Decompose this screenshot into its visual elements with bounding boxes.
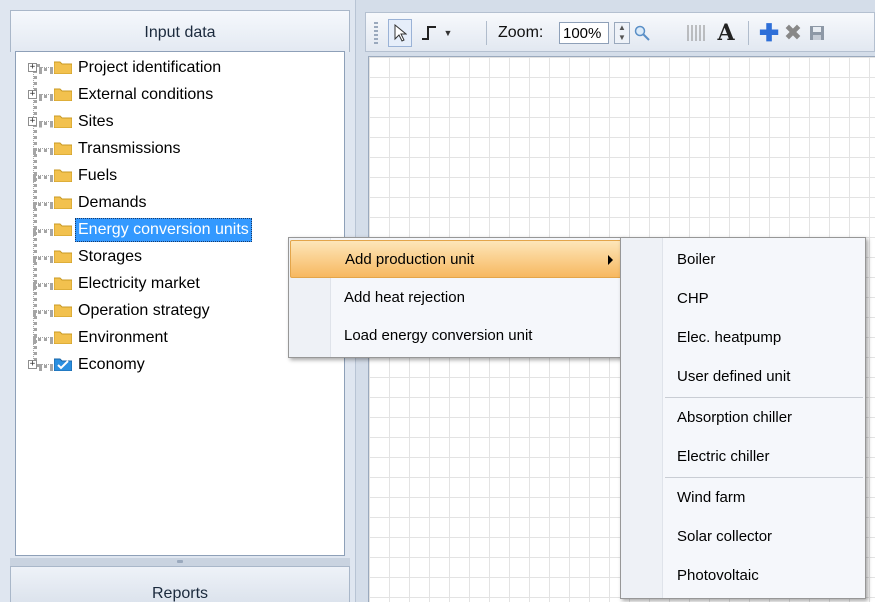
menu-item-label: Add heat rejection <box>344 289 465 306</box>
add-button[interactable]: ✚ <box>758 19 780 47</box>
folder-icon <box>54 249 72 263</box>
tree-label: Storages <box>78 248 143 265</box>
submenu-item-elec-heatpump[interactable]: Elec. heatpump <box>622 318 862 357</box>
delete-icon: ✖ <box>783 20 803 45</box>
menu-item-load-energy-conversion-unit[interactable]: Load energy conversion unit <box>290 317 622 355</box>
folder-icon <box>54 222 72 236</box>
menu-item-add-heat-rejection[interactable]: Add heat rejection <box>290 279 622 317</box>
submenu-item-wind-farm[interactable]: Wind farm <box>622 478 862 517</box>
add-icon: ✚ <box>758 19 780 47</box>
submenu-item-solar-collector[interactable]: Solar collector <box>622 517 862 556</box>
folder-icon <box>54 276 72 290</box>
folder-checked-icon <box>54 357 72 371</box>
tree-label: External conditions <box>78 86 214 103</box>
submenu-item-label: Electric chiller <box>677 448 770 465</box>
submenu-item-label: Solar collector <box>677 528 773 545</box>
expand-icon[interactable]: + <box>28 90 37 99</box>
delete-button[interactable]: ✖ <box>782 19 804 47</box>
toolbar-grip-icon[interactable] <box>374 22 378 44</box>
folder-icon <box>54 330 72 344</box>
expand-icon[interactable]: + <box>28 117 37 126</box>
submenu-item-label: CHP <box>677 290 709 307</box>
submenu-item-label: Photovoltaic <box>677 567 759 584</box>
pointer-icon <box>394 24 407 42</box>
dropdown-arrow-icon: ▼ <box>443 28 453 38</box>
zoom-label: Zoom: <box>498 24 544 41</box>
diagram-toolbar: ▼ Zoom: ▲▼ A ✚ ✖ <box>365 12 875 52</box>
folder-icon <box>54 87 72 101</box>
menu-item-add-production-unit[interactable]: Add production unit <box>290 240 622 278</box>
zoom-spin-icon[interactable]: ▲ ▼ <box>614 22 630 44</box>
tree-item-project-identification[interactable]: + Project identification <box>16 55 336 81</box>
tree-label: Project identification <box>78 59 222 76</box>
toolbar-separator <box>486 21 487 45</box>
tree-label: Sites <box>78 113 114 130</box>
folder-icon <box>54 114 72 128</box>
grid-button[interactable] <box>684 19 708 47</box>
connector-icon <box>422 26 436 40</box>
tree-item-demands[interactable]: Demands <box>16 190 336 216</box>
expand-icon[interactable]: + <box>28 63 37 72</box>
reports-header[interactable]: Reports <box>10 566 350 602</box>
tree-item-transmissions[interactable]: Transmissions <box>16 136 336 162</box>
tree-label: Demands <box>78 194 147 211</box>
submenu-item-user-defined-unit[interactable]: User defined unit <box>622 357 862 396</box>
submenu-item-label: User defined unit <box>677 368 791 385</box>
save-button[interactable] <box>806 19 828 47</box>
tree-label: Electricity market <box>78 275 200 292</box>
tree-label: Transmissions <box>78 140 181 157</box>
toolbar-separator <box>748 21 749 45</box>
expand-icon[interactable]: + <box>28 360 37 369</box>
grid-lines-icon <box>687 25 705 41</box>
input-data-header: Input data <box>10 10 350 52</box>
submenu-item-chp[interactable]: CHP <box>622 279 862 318</box>
menu-item-label: Load energy conversion unit <box>344 327 533 344</box>
menu-item-label: Add production unit <box>345 251 475 268</box>
folder-icon <box>54 303 72 317</box>
folder-icon <box>54 195 72 209</box>
production-unit-submenu: Boiler CHP Elec. heatpump User defined u… <box>620 237 866 599</box>
tree-item-fuels[interactable]: Fuels <box>16 163 336 189</box>
zoom-input[interactable] <box>559 22 609 44</box>
folder-icon <box>54 168 72 182</box>
splitter-grip-icon <box>177 560 183 563</box>
tree-label: Economy <box>78 356 145 373</box>
text-icon: A <box>717 20 735 46</box>
submenu-item-absorption-chiller[interactable]: Absorption chiller <box>622 398 862 437</box>
connector-tool-button[interactable] <box>418 19 440 47</box>
submenu-item-label: Boiler <box>677 251 716 268</box>
magnifier-icon <box>634 25 650 41</box>
tree-item-external-conditions[interactable]: + External conditions <box>16 82 336 108</box>
submenu-item-boiler[interactable]: Boiler <box>622 240 862 279</box>
submenu-item-electric-chiller[interactable]: Electric chiller <box>622 437 862 476</box>
submenu-item-label: Absorption chiller <box>677 409 793 426</box>
submenu-item-label: Wind farm <box>677 489 746 506</box>
tree-label: Operation strategy <box>78 302 210 319</box>
context-menu: Add production unit Add heat rejection L… <box>288 237 624 358</box>
tree-label: Fuels <box>78 167 118 184</box>
folder-icon <box>54 141 72 155</box>
connector-dropdown[interactable]: ▼ <box>442 19 454 47</box>
tree-item-sites[interactable]: + Sites <box>16 109 336 135</box>
panel-splitter[interactable] <box>10 558 350 566</box>
tree-label-selected: Energy conversion units <box>75 218 252 242</box>
pointer-tool-button[interactable] <box>388 19 412 47</box>
submenu-arrow-icon <box>608 255 613 265</box>
text-tool-button[interactable]: A <box>712 19 740 47</box>
submenu-item-photovoltaic[interactable]: Photovoltaic <box>622 556 862 595</box>
save-icon <box>810 26 824 40</box>
zoom-button[interactable] <box>632 19 652 47</box>
folder-icon <box>54 60 72 74</box>
submenu-item-label: Elec. heatpump <box>677 329 782 346</box>
tree-label: Environment <box>78 329 168 346</box>
